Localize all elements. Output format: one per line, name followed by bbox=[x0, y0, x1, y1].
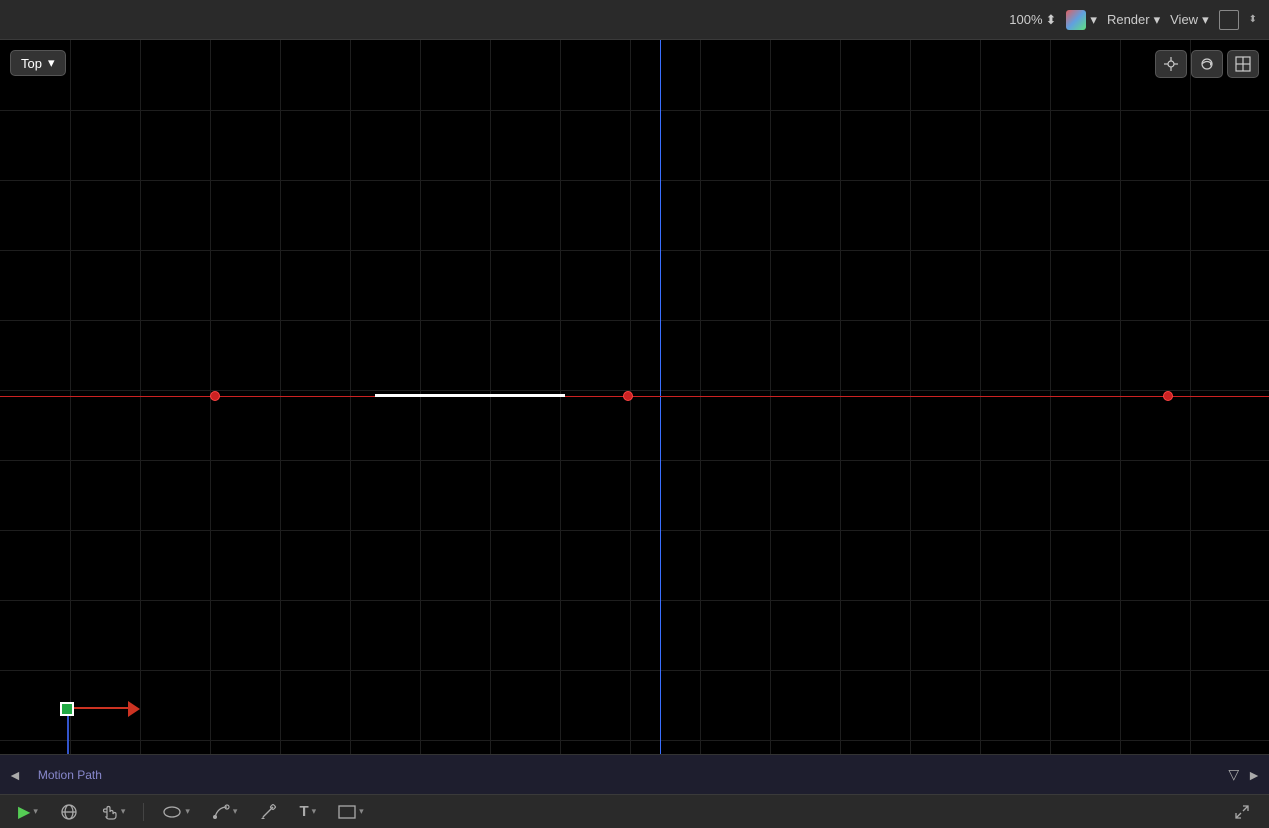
grid-h-line bbox=[0, 180, 1269, 181]
text-chevron-icon: ▾ bbox=[312, 806, 317, 817]
timeline-marker-icon: ▽ bbox=[1228, 766, 1239, 783]
timeline-bar: ◄ Motion Path ▽ ► bbox=[0, 754, 1269, 794]
zoom-control[interactable]: 100% ⬍ bbox=[1009, 12, 1056, 28]
center-vertical-line bbox=[660, 40, 661, 754]
rect-tool-icon bbox=[338, 805, 356, 819]
top-toolbar: 100% ⬍ ▾ Render ▾ View ▾ ⬍ bbox=[0, 0, 1269, 40]
grid-v-line bbox=[1050, 40, 1051, 754]
hand-tool-button[interactable]: ▾ bbox=[96, 801, 130, 823]
red-dot-center bbox=[623, 391, 633, 401]
grid-v-line bbox=[700, 40, 701, 754]
rect-tool-button[interactable]: ▾ bbox=[334, 803, 368, 821]
orbit-icon bbox=[1199, 56, 1215, 72]
play-chevron-icon: ▾ bbox=[33, 806, 38, 817]
oval-tool-icon bbox=[162, 804, 182, 820]
text-tool-button[interactable]: T ▾ bbox=[295, 801, 320, 822]
red-dot-right bbox=[1163, 391, 1173, 401]
grid-v-line bbox=[280, 40, 281, 754]
pen-tool-icon bbox=[259, 803, 277, 821]
red-horizontal-line bbox=[0, 396, 1269, 397]
grid-h-line bbox=[0, 250, 1269, 251]
transform-gizmo-button[interactable] bbox=[1155, 50, 1187, 78]
render-label: Render bbox=[1107, 12, 1150, 27]
view-label: View bbox=[1170, 12, 1198, 27]
layout-icon bbox=[1235, 56, 1251, 72]
render-chevron-icon: ▾ bbox=[1154, 12, 1161, 28]
expand-icon bbox=[1233, 803, 1251, 821]
viewport-controls bbox=[1155, 50, 1259, 78]
timeline-label: Motion Path bbox=[30, 768, 1221, 782]
zoom-chevron-icon: ⬍ bbox=[1046, 12, 1057, 28]
grid-v-line bbox=[140, 40, 141, 754]
gizmo-x-arrow-icon bbox=[128, 701, 140, 717]
grid-h-line bbox=[0, 390, 1269, 391]
grid-v-line bbox=[1190, 40, 1191, 754]
zoom-value: 100% bbox=[1009, 12, 1042, 27]
timeline-end-button[interactable]: ► bbox=[1247, 767, 1261, 783]
grid-v-line bbox=[490, 40, 491, 754]
oval-chevron-icon: ▾ bbox=[185, 806, 190, 817]
grid-v-line bbox=[560, 40, 561, 754]
grid-h-line bbox=[0, 670, 1269, 671]
play-icon: ▶ bbox=[18, 802, 30, 822]
hand-chevron-icon: ▾ bbox=[121, 806, 126, 817]
rect-chevron-icon: ▾ bbox=[359, 806, 364, 817]
shape-tool-button[interactable]: ▾ bbox=[158, 802, 194, 822]
gizmo-x-arm bbox=[74, 707, 129, 709]
orbit-tool-icon bbox=[60, 803, 78, 821]
grid-h-line bbox=[0, 740, 1269, 741]
grid-h-line bbox=[0, 460, 1269, 461]
hand-tool-icon bbox=[100, 803, 118, 821]
orbit-tool-button[interactable] bbox=[56, 801, 82, 823]
grid-h-line bbox=[0, 320, 1269, 321]
gizmo-y-arm bbox=[67, 716, 69, 754]
path-tool-icon bbox=[212, 803, 230, 821]
move-icon bbox=[1163, 56, 1179, 72]
pen-tool-button[interactable] bbox=[255, 801, 281, 823]
color-picker-button[interactable]: ▾ bbox=[1066, 10, 1097, 30]
path-tool-button[interactable]: ▾ bbox=[208, 801, 242, 823]
grid-v-line bbox=[770, 40, 771, 754]
grid-v-line bbox=[70, 40, 71, 754]
grid-v-line bbox=[350, 40, 351, 754]
path-chevron-icon: ▾ bbox=[233, 806, 238, 817]
grid-v-line bbox=[980, 40, 981, 754]
grid-h-line bbox=[0, 600, 1269, 601]
view-name-label: Top bbox=[21, 56, 42, 71]
orbit-button[interactable] bbox=[1191, 50, 1223, 78]
motion-path-object bbox=[375, 394, 565, 397]
viewport: Top ▾ bbox=[0, 40, 1269, 754]
view-name-chevron-icon: ▾ bbox=[48, 55, 55, 71]
expand-button[interactable] bbox=[1229, 801, 1255, 823]
layout-button[interactable] bbox=[1227, 50, 1259, 78]
view-menu-button[interactable]: View ▾ bbox=[1170, 12, 1208, 28]
toolbar-divider-1 bbox=[143, 803, 144, 821]
window-chevron-icon: ⬍ bbox=[1249, 14, 1257, 25]
play-button[interactable]: ▶ ▾ bbox=[14, 800, 42, 824]
view-chevron-icon: ▾ bbox=[1202, 12, 1209, 28]
grid-v-line bbox=[1120, 40, 1121, 754]
color-swatch-icon bbox=[1066, 10, 1086, 30]
grid-h-line bbox=[0, 110, 1269, 111]
view-label-dropdown[interactable]: Top ▾ bbox=[10, 50, 66, 76]
bottom-toolbar: ▶ ▾ ▾ ▾ ▾ bbox=[0, 794, 1269, 828]
render-menu-button[interactable]: Render ▾ bbox=[1107, 12, 1160, 28]
grid-v-line bbox=[420, 40, 421, 754]
grid-v-line bbox=[910, 40, 911, 754]
timeline-start-button[interactable]: ◄ bbox=[8, 767, 22, 783]
window-layout-icon[interactable] bbox=[1219, 10, 1239, 30]
color-chevron-icon: ▾ bbox=[1090, 12, 1097, 28]
gizmo-center bbox=[60, 702, 74, 716]
grid-h-line bbox=[0, 530, 1269, 531]
text-tool-icon: T bbox=[299, 803, 308, 820]
grid-v-line bbox=[840, 40, 841, 754]
red-dot-left bbox=[210, 391, 220, 401]
grid-overlay bbox=[0, 40, 1269, 754]
